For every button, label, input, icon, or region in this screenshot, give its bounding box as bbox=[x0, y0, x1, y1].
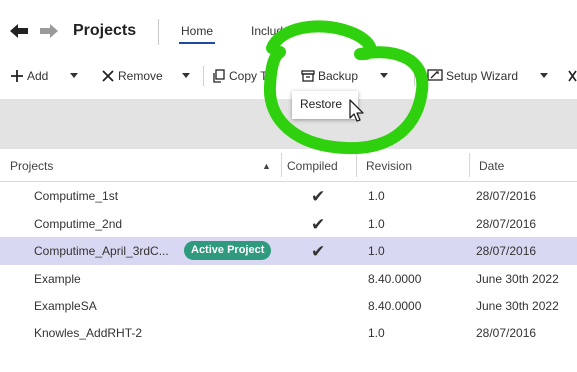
add-label: Add bbox=[27, 69, 49, 83]
copy-to-label: Copy To bbox=[229, 69, 273, 83]
date-value: 28/07/2016 bbox=[476, 326, 537, 340]
sort-ascending-icon[interactable]: ▲ bbox=[262, 161, 271, 171]
date-value: June 30th 2022 bbox=[476, 272, 559, 286]
tab-home[interactable]: Home bbox=[178, 24, 216, 44]
add-button[interactable]: Add bbox=[10, 66, 48, 86]
toolbar-band bbox=[0, 99, 577, 149]
column-header-compiled[interactable]: Compiled bbox=[287, 159, 338, 173]
copy-to-button[interactable]: Copy To bbox=[212, 66, 273, 86]
backup-dropdown-caret-icon[interactable] bbox=[380, 73, 388, 78]
date-value: 28/07/2016 bbox=[476, 244, 537, 258]
project-name: Computime_2nd bbox=[34, 217, 123, 231]
plus-icon bbox=[11, 70, 23, 82]
archive-box-icon bbox=[301, 70, 315, 82]
back-arrow-icon[interactable] bbox=[8, 20, 30, 42]
backup-label: Backup bbox=[318, 69, 359, 83]
add-dropdown-caret-icon[interactable] bbox=[70, 73, 78, 78]
mouse-pointer-icon bbox=[349, 99, 364, 122]
table-row[interactable]: ExampleSA 8.40.0000 June 30th 2022 bbox=[0, 292, 577, 320]
page-title: Projects bbox=[73, 22, 137, 39]
copy-icon bbox=[213, 69, 225, 83]
restore-menu-item[interactable]: Restore bbox=[300, 97, 342, 111]
toolbar: Add Remove Copy To Backup Setup Wizard bbox=[0, 62, 577, 88]
column-divider bbox=[281, 153, 282, 177]
table-row[interactable]: Knowles_AddRHT-2 1.0 28/07/2016 bbox=[0, 319, 577, 347]
toolbar-divider bbox=[414, 66, 415, 86]
setup-wizard-button[interactable]: Setup Wizard bbox=[427, 66, 518, 86]
project-name: Example bbox=[34, 272, 81, 286]
column-divider bbox=[469, 153, 470, 177]
remove-x-icon bbox=[102, 70, 114, 82]
revision-value: 1.0 bbox=[368, 189, 385, 203]
tab-includes[interactable]: Includes bbox=[251, 24, 296, 38]
remove-label: Remove bbox=[118, 69, 163, 83]
date-value: June 30th 2022 bbox=[476, 299, 559, 313]
revision-value: 8.40.0000 bbox=[368, 272, 422, 286]
toolbar-divider bbox=[203, 66, 204, 86]
column-header-revision[interactable]: Revision bbox=[366, 159, 412, 173]
project-name: Computime_April_3rdC... bbox=[34, 244, 169, 258]
setup-wizard-dropdown-caret-icon[interactable] bbox=[540, 73, 548, 78]
title-bar: Projects Home Includes bbox=[0, 0, 577, 62]
revision-value: 1.0 bbox=[368, 217, 385, 231]
column-header-date[interactable]: Date bbox=[479, 159, 504, 173]
revision-value: 1.0 bbox=[368, 244, 385, 258]
overflow-close-icon[interactable] bbox=[568, 66, 577, 86]
project-name: Knowles_AddRHT-2 bbox=[34, 326, 143, 340]
table-row[interactable]: Computime_2nd ✔ 1.0 28/07/2016 bbox=[0, 210, 577, 238]
column-header-projects[interactable]: Projects bbox=[10, 159, 53, 173]
project-name: Computime_1st bbox=[34, 189, 119, 203]
table-header: Projects ▲ Compiled Revision Date bbox=[0, 149, 577, 182]
title-divider bbox=[158, 19, 159, 45]
remove-button[interactable]: Remove bbox=[101, 66, 163, 86]
project-name: ExampleSA bbox=[34, 299, 97, 313]
revision-value: 1.0 bbox=[368, 326, 385, 340]
date-value: 28/07/2016 bbox=[476, 217, 537, 231]
backup-button[interactable]: Backup bbox=[301, 66, 358, 86]
compiled-check-icon: ✔ bbox=[311, 242, 326, 261]
remove-dropdown-caret-icon[interactable] bbox=[182, 73, 190, 78]
forward-arrow-icon[interactable] bbox=[38, 20, 60, 42]
wizard-monitor-icon bbox=[427, 69, 443, 81]
active-project-badge: Active Project bbox=[184, 241, 272, 260]
revision-value: 8.40.0000 bbox=[368, 299, 422, 313]
column-divider bbox=[356, 153, 357, 177]
date-value: 28/07/2016 bbox=[476, 189, 537, 203]
compiled-check-icon: ✔ bbox=[311, 187, 326, 206]
table-row[interactable]: Example 8.40.0000 June 30th 2022 bbox=[0, 265, 577, 293]
table-row-selected[interactable]: Computime_April_3rdC... Active Project ✔… bbox=[0, 237, 577, 265]
table-row[interactable]: Computime_1st ✔ 1.0 28/07/2016 bbox=[0, 182, 577, 210]
compiled-check-icon: ✔ bbox=[311, 215, 326, 234]
setup-wizard-label: Setup Wizard bbox=[446, 69, 519, 83]
